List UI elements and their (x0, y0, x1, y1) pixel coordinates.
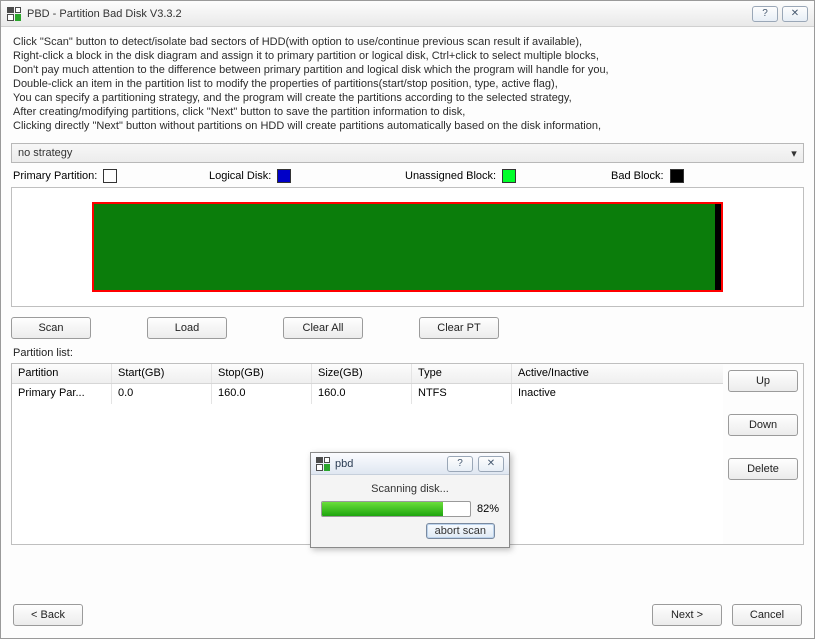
disk-diagram[interactable] (92, 202, 723, 292)
table-row[interactable]: Primary Par... 0.0 160.0 160.0 NTFS Inac… (12, 384, 723, 404)
disk-block-bad[interactable] (715, 204, 721, 290)
clear-all-button[interactable]: Clear All (283, 317, 363, 339)
td-partition: Primary Par... (12, 384, 112, 404)
legend-unassigned-swatch (502, 169, 516, 183)
td-active: Inactive (512, 384, 723, 404)
instruction-line: You can specify a partitioning strategy,… (13, 91, 804, 105)
help-button[interactable]: ? (752, 6, 778, 22)
table-side-buttons: Up Down Delete (723, 364, 803, 544)
instruction-line: After creating/modifying partitions, cli… (13, 105, 804, 119)
titlebar: PBD - Partition Bad Disk V3.3.2 ? ✕ (1, 1, 814, 27)
scan-status-text: Scanning disk... (371, 483, 449, 495)
strategy-dropdown[interactable]: no strategy ▾ (11, 143, 804, 163)
back-button[interactable]: < Back (13, 604, 83, 626)
dialog-titlebar: pbd ? ✕ (311, 453, 509, 475)
instruction-line: Don't pay much attention to the differen… (13, 63, 804, 77)
instruction-line: Right-click a block in the disk diagram … (13, 49, 804, 63)
disk-block-primary[interactable] (94, 204, 715, 290)
abort-scan-button[interactable]: abort scan (426, 523, 495, 539)
progress-bar (321, 501, 471, 517)
chevron-down-icon: ▾ (785, 144, 803, 162)
instructions-text: Click "Scan" button to detect/isolate ba… (13, 35, 804, 133)
th-start[interactable]: Start(GB) (112, 364, 212, 383)
legend-logical-swatch (277, 169, 291, 183)
th-type[interactable]: Type (412, 364, 512, 383)
legend-primary-swatch (103, 169, 117, 183)
dialog-close-button[interactable]: ✕ (478, 456, 504, 472)
instruction-line: Clicking directly "Next" button without … (13, 119, 804, 133)
up-button[interactable]: Up (728, 370, 798, 392)
legend-primary-label: Primary Partition: (13, 170, 97, 182)
legend-unassigned-label: Unassigned Block: (405, 170, 496, 182)
disk-diagram-container (11, 187, 804, 307)
td-type: NTFS (412, 384, 512, 404)
load-button[interactable]: Load (147, 317, 227, 339)
td-start: 0.0 (112, 384, 212, 404)
delete-button[interactable]: Delete (728, 458, 798, 480)
progress-fill (322, 502, 443, 516)
td-stop: 160.0 (212, 384, 312, 404)
strategy-selected-value: no strategy (12, 144, 785, 162)
scan-progress-dialog: pbd ? ✕ Scanning disk... 82% abort scan (310, 452, 510, 548)
wizard-footer: < Back Next > Cancel (11, 594, 804, 628)
td-size: 160.0 (312, 384, 412, 404)
next-button[interactable]: Next > (652, 604, 722, 626)
clear-pt-button[interactable]: Clear PT (419, 317, 499, 339)
down-button[interactable]: Down (728, 414, 798, 436)
legend: Primary Partition: Logical Disk: Unassig… (13, 169, 802, 183)
window-title: PBD - Partition Bad Disk V3.3.2 (27, 8, 746, 20)
close-button[interactable]: ✕ (782, 6, 808, 22)
partition-list-label: Partition list: (13, 347, 804, 359)
th-active[interactable]: Active/Inactive (512, 364, 723, 383)
dialog-body: Scanning disk... 82% abort scan (311, 475, 509, 547)
action-button-row: Scan Load Clear All Clear PT (11, 317, 804, 339)
dialog-help-button[interactable]: ? (447, 456, 473, 472)
scan-button[interactable]: Scan (11, 317, 91, 339)
table-header: Partition Start(GB) Stop(GB) Size(GB) Ty… (12, 364, 723, 384)
cancel-button[interactable]: Cancel (732, 604, 802, 626)
th-partition[interactable]: Partition (12, 364, 112, 383)
legend-bad-label: Bad Block: (611, 170, 664, 182)
th-stop[interactable]: Stop(GB) (212, 364, 312, 383)
app-icon (7, 7, 21, 21)
legend-bad-swatch (670, 169, 684, 183)
instruction-line: Click "Scan" button to detect/isolate ba… (13, 35, 804, 49)
progress-percent: 82% (477, 503, 499, 515)
window-controls: ? ✕ (752, 6, 808, 22)
th-size[interactable]: Size(GB) (312, 364, 412, 383)
dialog-title: pbd (335, 458, 442, 470)
instruction-line: Double-click an item in the partition li… (13, 77, 804, 91)
app-icon (316, 457, 330, 471)
legend-logical-label: Logical Disk: (209, 170, 271, 182)
